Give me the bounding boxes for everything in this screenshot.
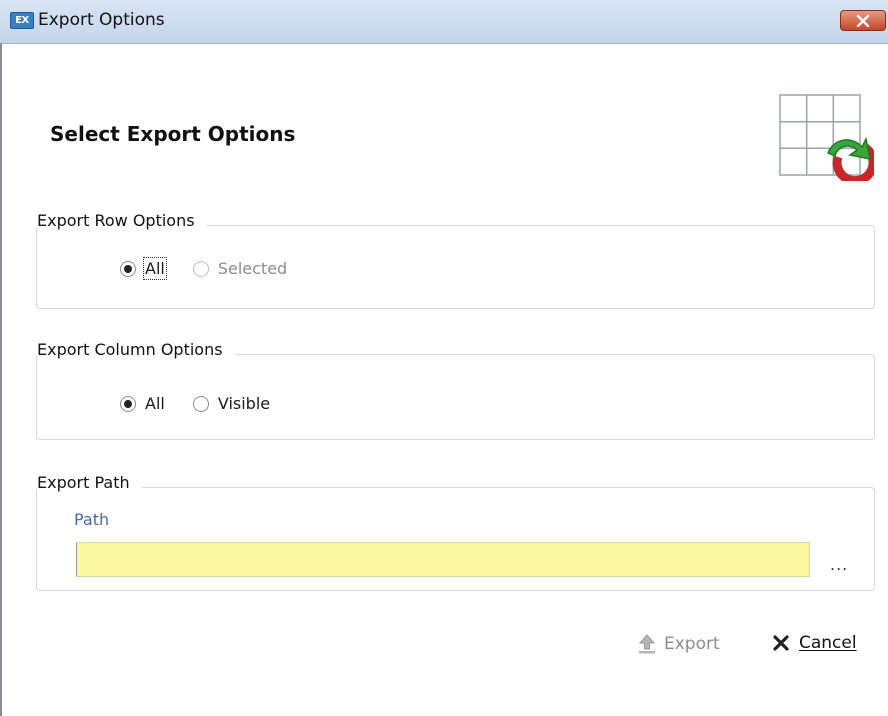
table-export-icon [779, 94, 874, 181]
upload-icon [638, 634, 656, 654]
column-visible-label[interactable]: Visible [218, 394, 270, 413]
column-visible-radio[interactable] [192, 395, 209, 412]
cancel-button[interactable]: Cancel [772, 633, 857, 653]
cancel-label: Cancel [799, 633, 857, 653]
column-all-label[interactable]: All [145, 394, 165, 413]
app-logo-icon: EX [10, 12, 34, 29]
window-border [0, 43, 2, 716]
title-bar: EX Export Options [0, 0, 888, 44]
row-selected-radio [192, 260, 209, 277]
row-all-label[interactable]: All [143, 257, 167, 280]
export-label: Export [664, 634, 720, 654]
row-options-legend: Export Row Options [37, 211, 207, 230]
page-title: Select Export Options [50, 122, 296, 146]
export-button[interactable]: Export [636, 633, 720, 655]
close-icon [856, 14, 870, 27]
close-x-icon [773, 635, 789, 651]
export-path-legend: Export Path [37, 473, 142, 492]
path-input[interactable] [76, 542, 810, 577]
row-options-radios: All Selected [120, 257, 315, 280]
row-selected-label: Selected [217, 259, 288, 278]
browse-button[interactable]: ... [830, 555, 848, 574]
close-button[interactable] [840, 10, 886, 31]
row-all-radio[interactable] [120, 260, 136, 277]
column-options-legend: Export Column Options [37, 340, 235, 359]
column-all-radio[interactable] [120, 395, 136, 412]
path-field-label: Path [74, 510, 110, 529]
window-title: Export Options [38, 10, 165, 30]
column-options-radios: All Visible [120, 394, 298, 413]
